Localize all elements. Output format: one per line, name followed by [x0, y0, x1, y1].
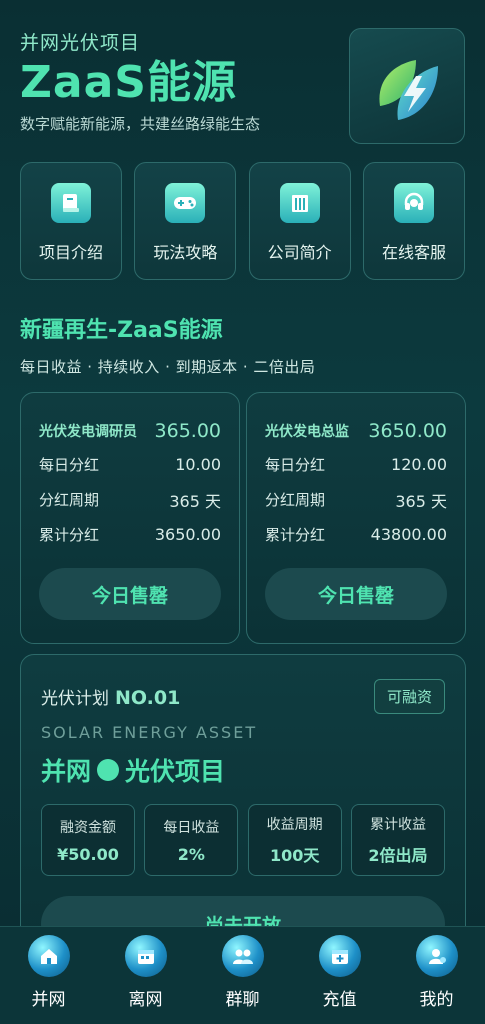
tab-grid[interactable]: 并网 — [9, 935, 89, 1010]
quick-nav-project-intro[interactable]: 项目介绍 — [20, 162, 122, 280]
headset-icon — [393, 183, 434, 223]
stat-item: 融资金额 ¥50.00 — [41, 804, 135, 876]
row-label: 累计分红 — [39, 526, 100, 544]
tab-label: 我的 — [419, 990, 454, 1010]
header: 并网光伏项目 ZaaS能源 数字赋能新能源，共建丝路绿能生态 — [20, 28, 465, 148]
quick-nav-gameplay-guide[interactable]: 玩法攻略 — [134, 162, 237, 280]
quick-nav-label: 项目介绍 — [38, 243, 103, 262]
product-card: 光伏发电总监 3650.00 每日分红 120.00 分红周期 365 天 累计… — [246, 392, 466, 644]
row-value: 365 天 — [395, 491, 447, 511]
logo — [349, 28, 465, 144]
row-value: 120.00 — [391, 455, 447, 474]
dot-icon — [97, 759, 120, 781]
section-title: 新疆再生-ZaaS能源 — [20, 318, 223, 343]
row-label: 分红周期 — [265, 491, 326, 509]
plan-title: 并网 光伏项目 — [41, 752, 445, 788]
quick-nav-online-service[interactable]: 在线客服 — [362, 162, 465, 280]
product-card: 光伏发电调研员 365.00 每日分红 10.00 分红周期 365 天 累计分… — [20, 392, 240, 644]
product-row: 累计分红 43800.00 — [265, 517, 447, 552]
quick-nav-company-profile[interactable]: 公司简介 — [248, 162, 351, 280]
section-tags: 每日收益 · 持续收入 · 到期返本 · 二倍出局 — [20, 358, 316, 376]
stat-value: ¥50.00 — [57, 844, 119, 864]
row-label: 分红周期 — [39, 491, 100, 509]
building-icon — [279, 183, 320, 223]
stat-item: 收益周期 100天 — [247, 804, 342, 876]
product-name: 光伏发电调研员 — [39, 424, 137, 440]
user-icon — [415, 935, 458, 977]
row-label: 累计分红 — [265, 526, 326, 544]
row-value: 365 天 — [169, 491, 221, 511]
tab-label: 离网 — [128, 990, 163, 1010]
recharge-icon — [318, 935, 361, 977]
quick-nav-label: 玩法攻略 — [153, 243, 218, 262]
tab-recharge[interactable]: 充值 — [300, 935, 380, 1010]
plan-title-left: 并网 — [41, 757, 92, 786]
stat-label: 每日收益 — [163, 819, 220, 836]
plan-title-right: 光伏项目 — [125, 757, 226, 786]
row-label: 每日分红 — [265, 456, 326, 474]
stat-item: 累计收益 2倍出局 — [350, 804, 445, 876]
product-price: 3650.00 — [368, 420, 447, 442]
plan-prefix: 光伏计划 — [41, 688, 109, 709]
tab-mine[interactable]: 我的 — [397, 935, 477, 1010]
product-price: 365.00 — [154, 420, 221, 442]
product-row: 每日分红 10.00 — [39, 447, 221, 482]
stat-item: 每日收益 2% — [144, 804, 239, 876]
stat-label: 累计收益 — [369, 817, 426, 833]
calendar-icon — [124, 935, 167, 977]
stat-value: 100天 — [269, 846, 320, 865]
stat-label: 融资金额 — [60, 819, 116, 836]
quick-nav-label: 公司简介 — [267, 243, 332, 262]
stat-value: 2% — [177, 844, 205, 864]
product-row: 每日分红 120.00 — [265, 447, 447, 482]
row-value: 10.00 — [175, 455, 221, 474]
sold-out-button[interactable]: 今日售罄 — [39, 568, 221, 620]
stat-value: 2倍出局 — [368, 846, 428, 865]
stat-label: 收益周期 — [266, 817, 323, 833]
tab-offgrid[interactable]: 离网 — [106, 935, 186, 1010]
product-row: 分红周期 365 天 — [265, 482, 447, 517]
tab-label: 并网 — [31, 990, 66, 1010]
tab-label: 群聊 — [225, 990, 260, 1010]
leaf-lightning-logo-icon — [379, 60, 438, 120]
quick-nav: 项目介绍 玩法攻略 公司简介 在线客服 — [20, 162, 465, 280]
quick-nav-label: 在线客服 — [381, 243, 446, 262]
product-row: 累计分红 3650.00 — [39, 517, 221, 552]
book-icon — [51, 183, 91, 223]
home-icon — [27, 935, 70, 977]
row-value: 3650.00 — [154, 525, 221, 544]
tab-label: 充值 — [322, 990, 357, 1010]
bottom-tab-bar: 并网 离网 群聊 充值 我的 — [0, 926, 485, 1024]
financing-badge: 可融资 — [373, 678, 445, 714]
product-row: 分红周期 365 天 — [39, 482, 221, 517]
plan-card: 光伏计划 NO.01 可融资 SOLAR ENERGY ASSET 并网 光伏项目… — [20, 654, 466, 952]
gamepad-icon — [165, 183, 206, 223]
plan-number: 光伏计划 NO.01 — [41, 684, 180, 709]
tab-group-chat[interactable]: 群聊 — [203, 935, 283, 1010]
row-value: 43800.00 — [370, 525, 447, 544]
plan-no: NO.01 — [115, 686, 181, 709]
plan-stats: 融资金额 ¥50.00 每日收益 2% 收益周期 100天 累计收益 2倍出局 — [41, 804, 445, 876]
group-chat-icon — [221, 935, 264, 977]
product-name: 光伏发电总监 — [265, 424, 349, 440]
row-label: 每日分红 — [39, 456, 100, 474]
sold-out-button[interactable]: 今日售罄 — [265, 568, 447, 620]
plan-english-title: SOLAR ENERGY ASSET — [41, 723, 258, 742]
